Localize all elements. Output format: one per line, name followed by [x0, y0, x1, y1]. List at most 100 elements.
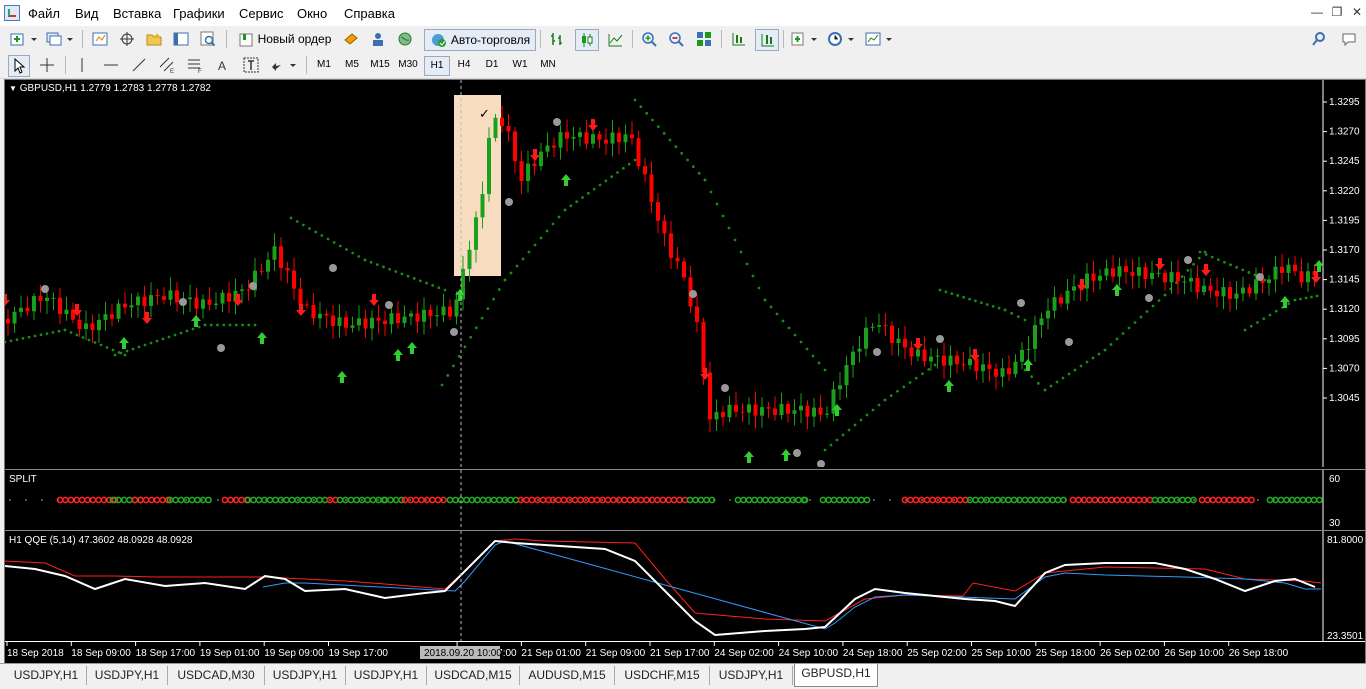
- price-chart[interactable]: ✓ 1.32951.32701.32451.32201.31951.31701.…: [0, 80, 1365, 468]
- tab-audusd-m15[interactable]: AUDUSD,M15: [520, 666, 615, 685]
- zoom-out-icon: [669, 32, 684, 47]
- menu-file[interactable]: Файл: [28, 6, 60, 21]
- candle-body: [565, 132, 569, 139]
- sar-dot: [1049, 384, 1053, 388]
- tab-usdjpy-h1[interactable]: USDJPY,H1: [6, 666, 87, 685]
- candle-body: [1124, 266, 1128, 272]
- autotrading-button[interactable]: Авто-торговля: [424, 29, 536, 51]
- sar-dot: [1229, 263, 1232, 267]
- search-button[interactable]: [1308, 29, 1330, 49]
- split-dot: [784, 496, 791, 504]
- tile-windows-button[interactable]: [693, 29, 715, 49]
- collapse-triangle-icon[interactable]: ▼: [9, 84, 17, 93]
- tab-usdcad-m15[interactable]: USDCAD,M15: [427, 666, 520, 685]
- tab-usdjpy-h1-4[interactable]: USDJPY,H1: [346, 666, 427, 685]
- split-dot: [858, 496, 865, 504]
- split-dot: [305, 496, 312, 504]
- timeframe-m5[interactable]: M5: [340, 56, 364, 74]
- new-order-button[interactable]: Новый ордер: [232, 29, 336, 49]
- zoom-out-button[interactable]: [665, 29, 687, 49]
- symbol-info-text: GBPUSD,H1 1.2779 1.2783 1.2778 1.2782: [19, 83, 211, 94]
- chart-window[interactable]: ✓ 1.3295 1.3270 1.3245 1.3220 1.3195 1.3170 1.…: [0, 79, 1366, 663]
- text-label-button[interactable]: [240, 55, 262, 75]
- app-icon[interactable]: [4, 5, 20, 21]
- data-window-button[interactable]: [116, 29, 138, 49]
- market-button[interactable]: [394, 29, 416, 49]
- arrows-button[interactable]: [268, 55, 300, 75]
- fibonacci-button[interactable]: F: [184, 55, 206, 75]
- timeframe-m15[interactable]: M15: [368, 56, 392, 74]
- restore-icon[interactable]: ❐: [1328, 4, 1346, 20]
- timeframe-d1[interactable]: D1: [480, 56, 504, 74]
- menu-window[interactable]: Окно: [297, 6, 327, 21]
- equidistant-channel-button[interactable]: E: [156, 55, 178, 75]
- timeframe-m1[interactable]: M1: [312, 56, 336, 74]
- grey-dot: [936, 335, 944, 343]
- candle-body: [506, 125, 511, 132]
- new-chart-button[interactable]: [8, 29, 40, 49]
- terminal-button[interactable]: [170, 29, 192, 49]
- autoscroll-button[interactable]: [755, 29, 779, 51]
- candle-body: [799, 405, 803, 411]
- minimize-icon[interactable]: —: [1308, 4, 1326, 20]
- horizontal-line-button[interactable]: [100, 55, 122, 75]
- timeframe-m30[interactable]: M30: [396, 56, 420, 74]
- timeframe-mn[interactable]: MN: [536, 56, 560, 74]
- market-watch-button[interactable]: [89, 29, 111, 49]
- timeframe-h1[interactable]: H1: [424, 56, 450, 76]
- cursor-button[interactable]: [8, 55, 30, 77]
- line-chart-button[interactable]: [604, 29, 626, 49]
- svg-text:E: E: [170, 69, 174, 73]
- timeframe-w1[interactable]: W1: [508, 56, 532, 74]
- menu-charts[interactable]: Графики: [173, 6, 225, 21]
- trendline-button[interactable]: [128, 55, 150, 75]
- tab-usdcad-m30[interactable]: USDCAD,M30: [168, 666, 265, 685]
- grey-dot: [553, 118, 561, 126]
- sar-dot: [167, 335, 171, 339]
- menu-tools[interactable]: Сервис: [239, 6, 284, 21]
- tab-usdchf-m15[interactable]: USDCHF,M15: [615, 666, 710, 685]
- candle-body: [246, 289, 251, 291]
- tab-usdjpy-h1-2[interactable]: USDJPY,H1: [87, 666, 168, 685]
- crosshair-button[interactable]: [36, 55, 58, 75]
- close-icon[interactable]: ✕: [1348, 4, 1366, 20]
- qqe-pane[interactable]: 81.8000 23.3501 H1 QQE (5,14) 47.3602 48…: [4, 531, 1365, 642]
- signals-button[interactable]: [367, 29, 389, 49]
- split-pane[interactable]: 60 30 SPLIT: [5, 469, 1365, 531]
- tab-usdjpy-h1-5[interactable]: USDJPY,H1: [710, 666, 793, 685]
- sar-dot: [1256, 321, 1259, 324]
- candle-body: [857, 348, 862, 352]
- strategy-tester-button[interactable]: [197, 29, 219, 49]
- split-dot: [1102, 496, 1110, 504]
- indicators-button[interactable]: [789, 29, 821, 49]
- metaeditor-button[interactable]: [340, 29, 362, 49]
- fibonacci-icon: F: [188, 59, 202, 73]
- templates-button[interactable]: [864, 29, 896, 49]
- price-label: 1.3195: [1329, 215, 1360, 226]
- chat-button[interactable]: [1338, 29, 1360, 49]
- candle-chart-button[interactable]: [575, 29, 599, 51]
- zoom-in-button[interactable]: [638, 29, 660, 49]
- sar-dot: [515, 264, 519, 268]
- sar-dot: [320, 234, 324, 237]
- vertical-line-button[interactable]: [72, 55, 92, 75]
- tab-usdjpy-h1-3[interactable]: USDJPY,H1: [265, 666, 346, 685]
- split-dot: [1209, 496, 1217, 504]
- candle-body: [350, 325, 355, 328]
- bar-chart-button[interactable]: [546, 29, 568, 49]
- split-dot: [255, 496, 263, 504]
- text-button[interactable]: A: [212, 55, 234, 75]
- menu-help[interactable]: Справка: [344, 6, 395, 21]
- navigator-button[interactable]: [143, 29, 165, 49]
- profiles-button[interactable]: [44, 29, 76, 49]
- sar-dot: [709, 190, 713, 194]
- periods-button[interactable]: [826, 29, 858, 49]
- menu-view[interactable]: Вид: [75, 6, 99, 21]
- menu-insert[interactable]: Вставка: [113, 6, 161, 21]
- timeframe-h4[interactable]: H4: [452, 56, 476, 74]
- price-pane[interactable]: ✓ 1.3295 1.3270 1.3245 1.3220 1.3195 1.3170 1.…: [0, 80, 1365, 468]
- sar-dot: [883, 398, 887, 402]
- chart-shift-button[interactable]: [727, 29, 749, 49]
- tab-gbpusd-h1[interactable]: GBPUSD,H1: [794, 664, 878, 687]
- candle-body: [220, 292, 225, 304]
